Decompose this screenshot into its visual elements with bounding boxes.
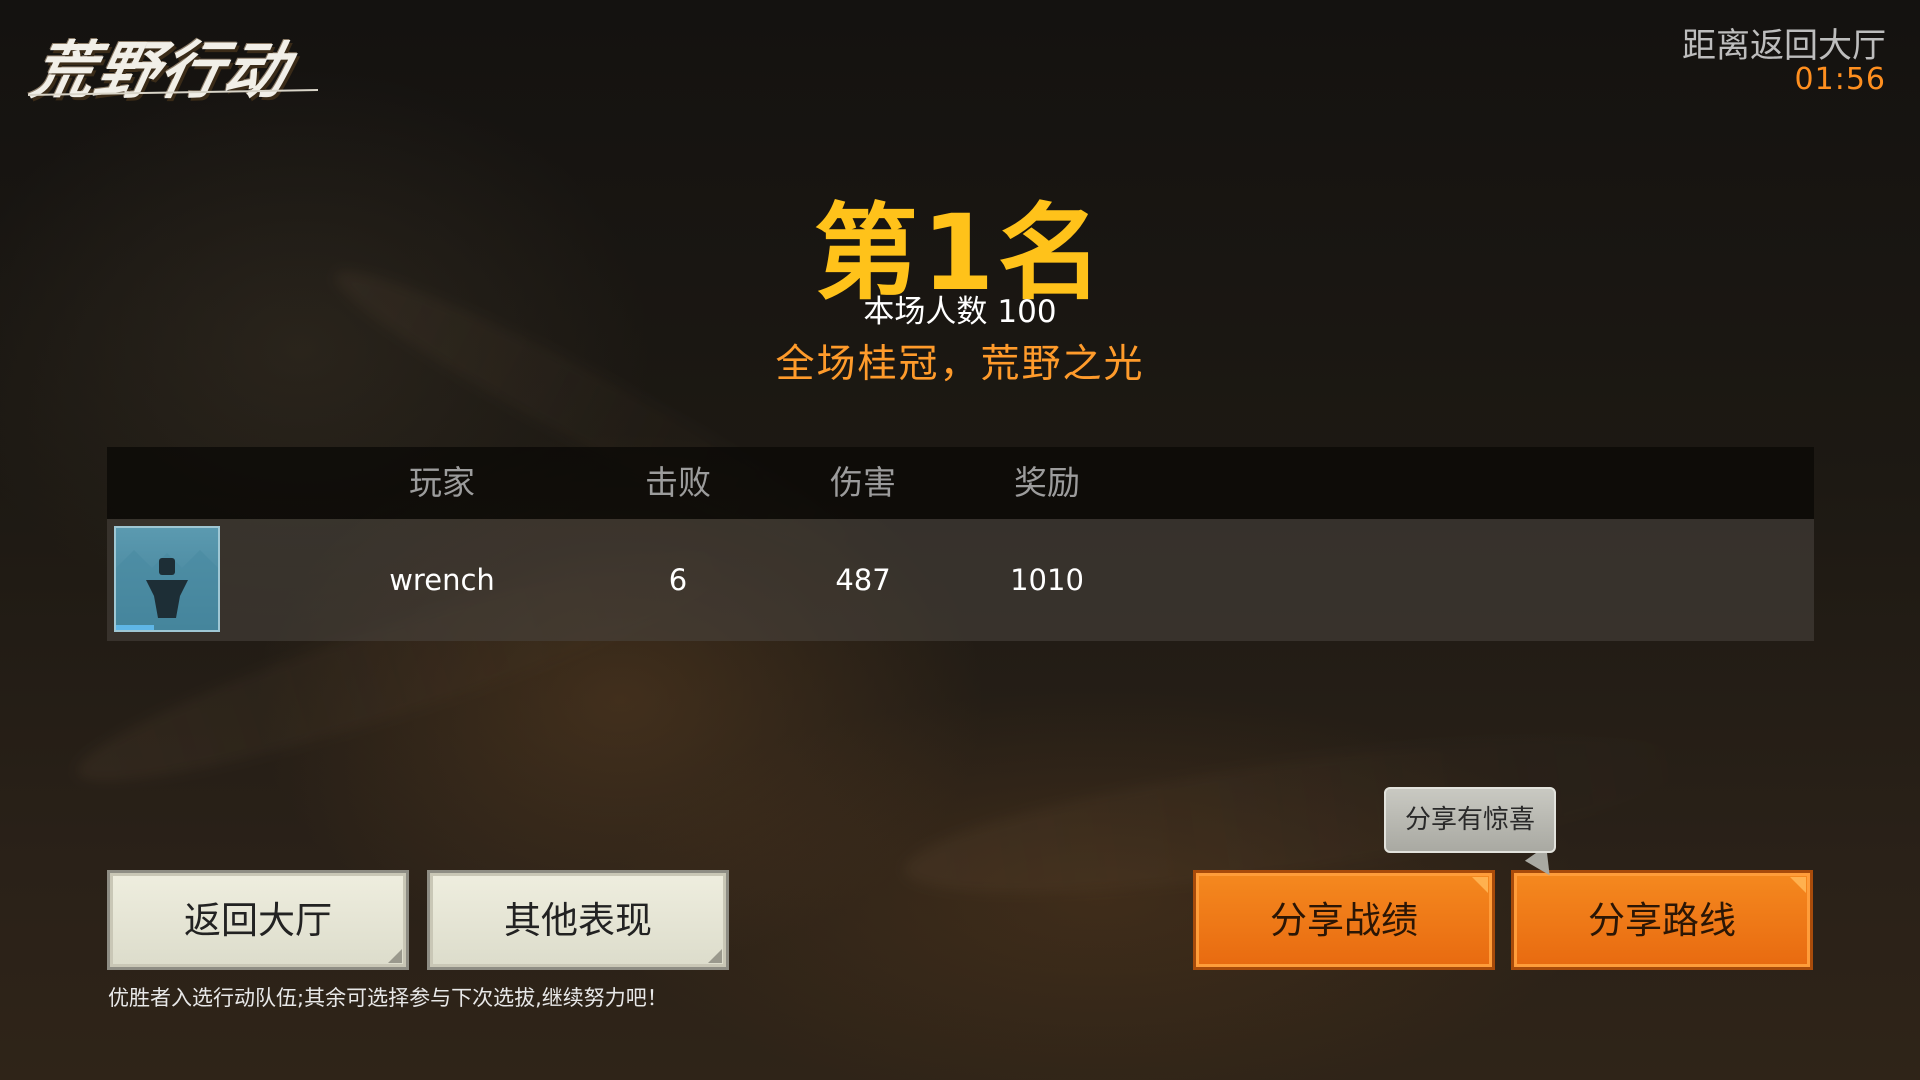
game-logo: 荒野行动 [25,18,318,107]
share-route-button[interactable]: 分享路线 [1511,870,1813,970]
header-kills: 击败 [645,463,711,502]
share-record-button[interactable]: 分享战绩 [1193,870,1495,970]
other-performance-label: 其他表现 [504,899,652,942]
back-to-lobby-label: 返回大厅 [184,899,332,942]
logo-underline-icon [28,89,318,96]
player-avatar[interactable] [114,526,220,632]
table-row: wrench 6 487 1010 [107,519,1814,641]
header-player: 玩家 [409,463,475,502]
victory-slogan: 全场桂冠，荒野之光 [775,342,1145,387]
player-count-value: 100 [997,294,1057,330]
header-damage: 伤害 [830,463,896,502]
corner-decoration-icon [1472,877,1488,893]
table-header: 玩家 击败 伤害 奖励 [107,447,1814,519]
soldier-silhouette-icon [116,550,218,630]
share-route-label: 分享路线 [1588,899,1736,942]
selection-footnote: 优胜者入选行动队伍;其余可选择参与下次选拔,继续努力吧！ [108,986,668,1010]
cell-kills: 6 [668,563,688,597]
player-count-line: 本场人数 100 [0,286,1920,331]
countdown-timer: 01:56 [1794,62,1886,97]
other-performance-button[interactable]: 其他表现 [427,870,729,970]
logo-text: 荒野行动 [25,34,297,107]
header-reward: 奖励 [1014,463,1080,502]
avatar-progress-bar [116,625,154,630]
back-to-lobby-button[interactable]: 返回大厅 [107,870,409,970]
results-table: 玩家 击败 伤害 奖励 wrench 6 487 1010 [107,447,1814,641]
cell-player: wrench [389,563,495,597]
countdown-label: 距离返回大厅 [1682,26,1886,66]
cell-reward: 1010 [1010,563,1084,597]
game-result-screen: 荒野行动 距离返回大厅 01:56 第1名 本场人数 100 全场桂冠，荒野之光 … [0,0,1920,1080]
corner-decoration-icon [388,933,402,963]
share-record-label: 分享战绩 [1270,899,1418,942]
share-surprise-tooltip: 分享有惊喜 [1384,787,1556,853]
cell-damage: 487 [835,563,891,597]
corner-decoration-icon [1790,877,1806,893]
corner-decoration-icon [708,933,722,963]
player-count-label: 本场人数 [863,294,988,330]
